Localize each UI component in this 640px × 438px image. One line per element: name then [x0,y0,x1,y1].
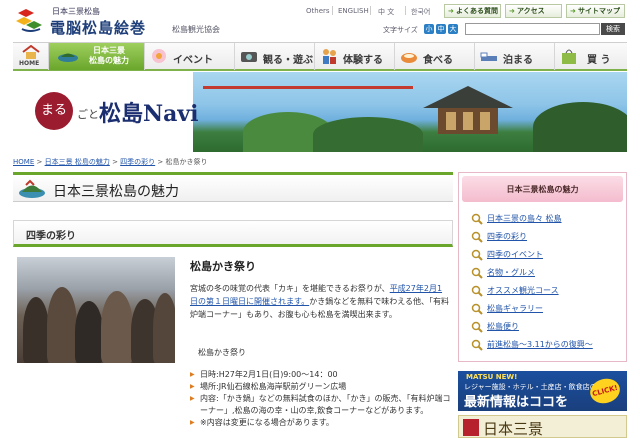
magnifier-icon [471,249,483,261]
list-item: ※内容は変更になる場合があります。 [190,417,452,429]
font-size-large-button[interactable]: 大 [448,24,458,34]
logo-title: 電脳松島絵巻 [50,19,147,37]
banner-island [313,117,423,152]
breadcrumb-seasons-link[interactable]: 四季の彩り [120,158,155,166]
nihon-sankei-banner[interactable]: 日本三景 [458,415,627,438]
sidebar-item-gourmet[interactable]: 名物・グルメ [471,266,535,280]
sidebar-item-events[interactable]: 四季のイベント [471,248,543,262]
search-input[interactable] [465,23,600,35]
arrow-right-icon: ➜ [448,7,454,15]
logo-mark-icon [16,9,42,32]
list-item: 内容:「かき鍋」などの無料試食のほか、「かき」の販売、「有料炉端コーナー」,松島… [190,393,452,417]
sidebar-item-islands[interactable]: 日本三景の島々 松島 [471,212,562,226]
global-nav: HOME 日本三景 松島の魅力 イベント 観る・遊ぶ 体験する 食べる 泊まる … [13,42,627,71]
sidebar-item-gallery[interactable]: 松島ギャラリー [471,302,543,316]
sidebar-item-seasons[interactable]: 四季の彩り [471,230,527,244]
people-icon [323,49,336,64]
nav-sightseeing[interactable]: 観る・遊ぶ [235,43,315,70]
island-icon [19,179,45,198]
magnifier-icon [471,321,483,333]
festival-photo [17,257,175,363]
house-icon [22,45,40,59]
banner-title: 松島Navi [99,101,199,127]
photo-caption: 松島かき祭り [198,348,246,357]
photo-figure [153,293,175,363]
magnifier-icon [471,285,483,297]
nav-stay[interactable]: 泊まる [475,43,555,70]
arrow-right-icon: ➜ [570,7,576,15]
flower-icon [152,49,166,63]
magnifier-icon [471,213,483,225]
nav-home[interactable]: HOME [13,43,49,70]
nav-experience[interactable]: 体験する [315,43,395,70]
subsection-header: 四季の彩り [13,220,453,247]
sidebar-item-recovery[interactable]: 前進松島～3.11からの復興～ [471,338,593,352]
magnifier-icon [471,267,483,279]
banner-maru-badge: まる [35,92,73,130]
sidebar-header: 日本三景松島の魅力 [462,176,623,202]
subsection-title: 四季の彩り [26,231,76,242]
nav-shop[interactable]: 買 う [555,43,627,70]
lang-divider [405,6,406,15]
breadcrumb-current: 松島かき祭り [165,158,208,166]
access-button[interactable]: ➜ アクセス [505,4,562,18]
lang-divider [332,6,333,15]
nav-matsushima-charm[interactable]: 日本三景 松島の魅力 [49,43,145,70]
logo-tagline: 日本三景松島 [52,7,100,16]
nav-events[interactable]: イベント [145,43,235,70]
breadcrumb-home-link[interactable]: HOME [13,158,34,166]
pavilion-illustration [423,86,513,134]
banner-island [533,102,627,152]
sitemap-button[interactable]: ➜ サイトマップ [566,4,625,18]
photo-figure [47,287,77,363]
breadcrumb: HOME > 日本三景 松島の魅力 > 四季の彩り > 松島かき祭り [13,158,208,166]
search-button[interactable]: 検索 [601,23,625,35]
article-title: 松島かき祭り [190,260,256,273]
lang-korean-link[interactable]: 한국어 [411,7,430,17]
food-icon [401,53,417,63]
breadcrumb-charm-link[interactable]: 日本三景 松島の魅力 [45,158,110,166]
photo-figure [23,297,49,363]
list-item: 場所:JR仙石線松島海岸駅前グリーン広場 [190,381,452,393]
photo-figure [75,301,103,363]
magnifier-icon [471,231,483,243]
site-logo[interactable]: 日本三景松島 電脳松島絵巻 松島観光協会 [14,5,224,37]
sidebar-item-news[interactable]: 松島便り [471,320,519,334]
banner-goto: ごと [77,108,99,121]
photo-figure [101,291,133,363]
banner-bridge [203,86,413,89]
font-size-medium-button[interactable]: 中 [436,24,446,34]
hero-banner: まる ごと 松島Navi [13,72,627,152]
lang-others-link[interactable]: Others [306,7,330,15]
site-header: 日本三景松島 電脳松島絵巻 松島観光協会 Others ENGLISH 中 文 … [0,0,640,40]
nav-eat[interactable]: 食べる [395,43,475,70]
article-body: 宮城の冬の味覚の代表「カキ」を堪能できるお祭りが、平成27年2月1日の第１日曜日… [190,284,449,319]
arrow-right-icon: ➜ [509,7,515,15]
lang-english-link[interactable]: ENGLISH [338,7,369,15]
magnifier-icon [471,339,483,351]
logo-org: 松島観光協会 [172,25,220,34]
font-size-label: 文字サイズ [383,26,418,34]
lang-chinese-link[interactable]: 中 文 [378,7,394,17]
sidebar: 日本三景松島の魅力 日本三景の島々 松島 四季の彩り 四季のイベント 名物・グル… [458,172,627,362]
camera-icon [241,52,257,62]
sidebar-title: 日本三景松島の魅力 [506,185,579,194]
latest-info-banner[interactable]: MATSU NEW! レジャー施設・ホテル・土産店・飲食店の 最新情報はココを … [458,371,627,411]
magnifier-icon [471,303,483,315]
event-details-list: 日時:H27年2月1日(日)9:00～14：00 場所:JR仙石線松島海岸駅前グ… [190,369,452,429]
bed-icon [480,52,497,61]
section-header: 日本三景松島の魅力 [13,172,453,202]
lang-divider [370,6,371,15]
sidebar-item-courses[interactable]: オススメ観光コース [471,284,559,298]
faq-button[interactable]: ➜ よくある質問 [444,4,501,18]
island-icon [58,53,78,62]
page-title: 日本三景松島の魅力 [53,184,179,200]
font-size-small-button[interactable]: 小 [424,24,434,34]
click-badge: CLICK! [587,375,623,407]
shopping-bag-icon [562,49,576,64]
red-seal-icon [463,419,479,436]
list-item: 日時:H27年2月1日(日)9:00～14：00 [190,369,452,381]
